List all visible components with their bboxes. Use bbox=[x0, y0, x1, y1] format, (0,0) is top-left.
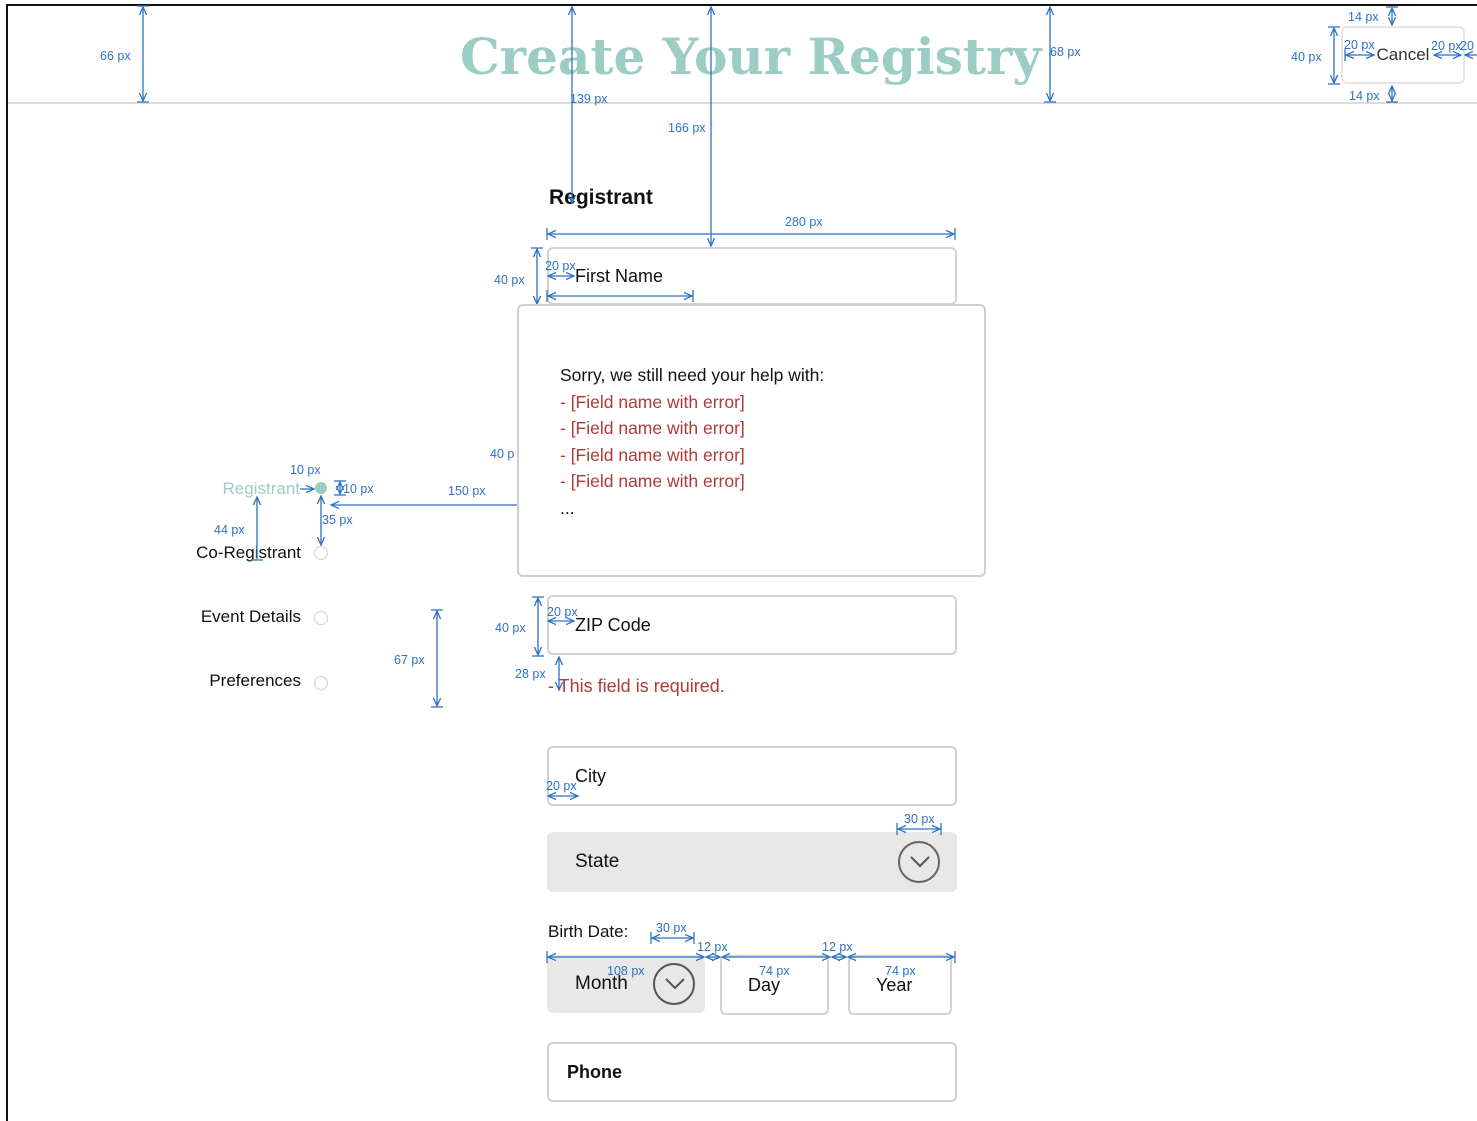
state-select[interactable]: State bbox=[547, 832, 957, 892]
dim-label: 280 px bbox=[785, 215, 823, 229]
dim-label: 35 px bbox=[322, 513, 353, 527]
year-label: Year bbox=[876, 974, 913, 995]
year-field[interactable]: Year bbox=[848, 955, 952, 1015]
popup-ellipsis: ... bbox=[560, 497, 575, 518]
section-heading: Registrant bbox=[549, 186, 653, 209]
chevron-down-circle-icon[interactable] bbox=[898, 841, 940, 883]
month-label: Month bbox=[575, 973, 628, 994]
popup-error-item[interactable]: - [Field name with error] bbox=[560, 389, 984, 416]
phone-field[interactable]: Phone bbox=[547, 1042, 957, 1102]
dim-label: 10 px bbox=[343, 482, 374, 496]
step-label-registrant[interactable]: Registrant bbox=[150, 479, 300, 499]
cancel-button[interactable]: Cancel bbox=[1341, 26, 1465, 84]
dim-label: 28 px bbox=[515, 667, 546, 681]
dim-label: 12 px bbox=[822, 940, 853, 954]
dim-label: 40 px bbox=[494, 273, 525, 287]
zip-error-message: - This field is required. bbox=[548, 676, 725, 696]
canvas-left-border bbox=[6, 4, 8, 1121]
first-name-label: First Name bbox=[575, 265, 664, 286]
dim-label: 40 px bbox=[495, 621, 526, 635]
popup-error-item[interactable]: - [Field name with error] bbox=[560, 415, 984, 442]
state-label: State bbox=[575, 851, 620, 872]
popup-intro: Sorry, we still need your help with: bbox=[560, 365, 825, 385]
dim-label: 14 px bbox=[1348, 10, 1379, 24]
popup-error-item[interactable]: - [Field name with error] bbox=[560, 442, 984, 469]
page-title: Create Your Registry bbox=[460, 27, 1042, 86]
step-label-co-registrant[interactable]: Co-Registrant bbox=[150, 543, 301, 563]
phone-label: Phone bbox=[567, 1061, 623, 1082]
step-label-preferences[interactable]: Preferences bbox=[150, 671, 301, 691]
dim-label: 166 px bbox=[668, 121, 706, 135]
dim-label: 40 p bbox=[490, 447, 514, 461]
step-dot bbox=[314, 546, 328, 560]
city-label: City bbox=[575, 765, 606, 786]
day-label: Day bbox=[748, 974, 781, 995]
zip-code-field[interactable]: ZIP Code bbox=[547, 595, 957, 655]
dim-label: 150 px bbox=[448, 484, 486, 498]
error-summary-popup: Sorry, we still need your help with: - [… bbox=[517, 304, 986, 577]
dim-label: 12 px bbox=[697, 940, 728, 954]
dim-label: 68 px bbox=[1050, 45, 1081, 59]
popup-error-item[interactable]: - [Field name with error] bbox=[560, 468, 984, 495]
dim-label: 14 px bbox=[1349, 89, 1380, 103]
dim-label: 10 px bbox=[290, 463, 321, 477]
header-divider bbox=[8, 102, 1477, 104]
step-dot-active bbox=[315, 482, 327, 494]
first-name-field[interactable]: First Name bbox=[547, 247, 957, 305]
dim-label: 40 px bbox=[1291, 50, 1322, 64]
step-label-event-details[interactable]: Event Details bbox=[150, 607, 301, 627]
dim-label: 66 px bbox=[100, 49, 131, 63]
dim-label: 67 px bbox=[394, 653, 425, 667]
step-dot bbox=[314, 611, 328, 625]
canvas-top-border bbox=[6, 4, 1477, 6]
day-field[interactable]: Day bbox=[720, 955, 829, 1015]
dim-label: 30 px bbox=[656, 921, 687, 935]
chevron-down-circle-icon[interactable] bbox=[653, 963, 695, 1005]
zip-code-label: ZIP Code bbox=[575, 614, 651, 635]
city-field[interactable]: City bbox=[547, 746, 957, 806]
dim-label: 44 px bbox=[214, 523, 245, 537]
birth-date-label: Birth Date: bbox=[548, 922, 629, 941]
dim-label: 30 px bbox=[904, 812, 935, 826]
step-dot bbox=[314, 676, 328, 690]
